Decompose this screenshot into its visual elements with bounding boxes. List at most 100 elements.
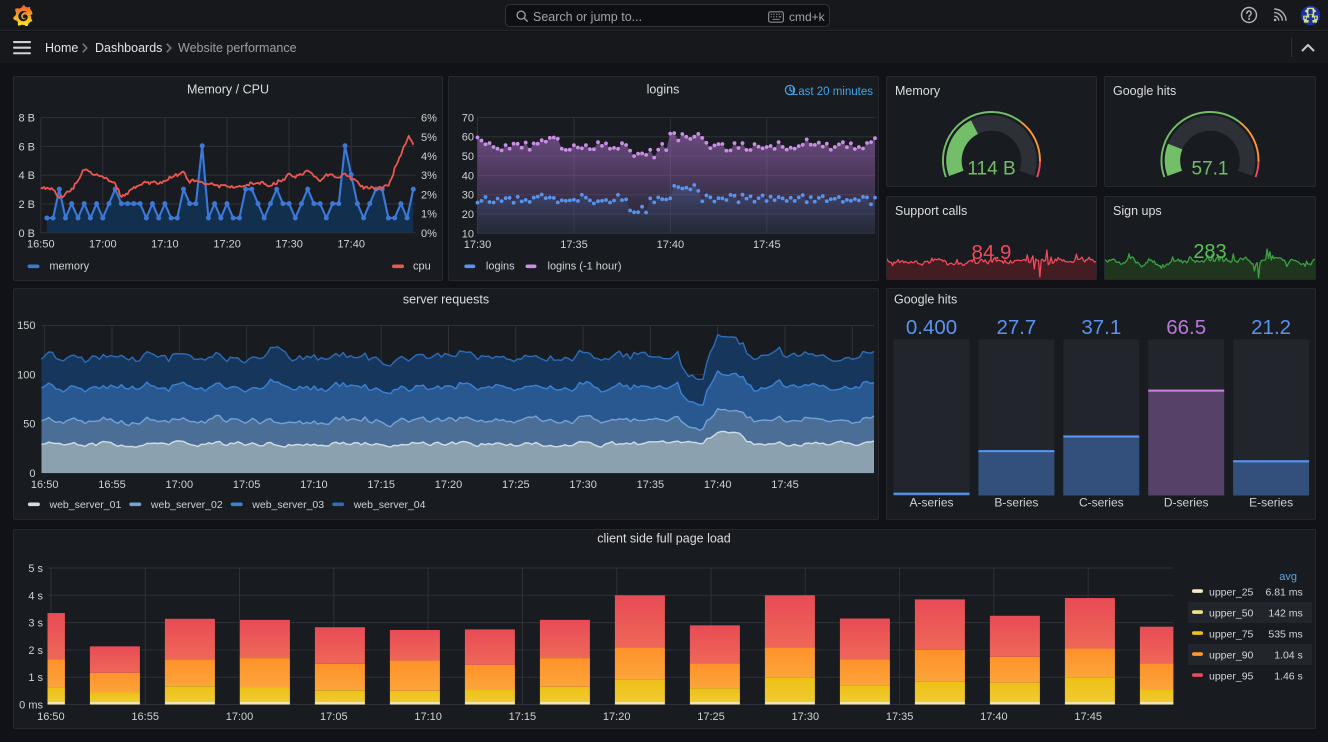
svg-text:Memory: Memory [895,84,941,98]
svg-text:17:20: 17:20 [435,479,463,491]
svg-text:2 s: 2 s [28,645,43,657]
svg-text:17:35: 17:35 [637,479,665,491]
svg-text:17:35: 17:35 [560,239,588,251]
svg-text:6 B: 6 B [18,141,35,153]
svg-text:16:50: 16:50 [37,711,65,723]
svg-text:Sign ups: Sign ups [1113,204,1162,218]
svg-text:5 s: 5 s [28,563,43,575]
svg-text:17:30: 17:30 [792,711,820,723]
svg-text:17:45: 17:45 [753,239,781,251]
svg-text:57.1: 57.1 [1192,159,1229,180]
svg-text:30: 30 [462,190,474,202]
svg-text:5%: 5% [421,132,437,144]
svg-text:E-series: E-series [1249,496,1293,510]
svg-text:100: 100 [17,369,35,381]
svg-text:D-series: D-series [1164,496,1209,510]
svg-text:17:00: 17:00 [166,479,194,491]
svg-text:upper_50: upper_50 [1209,607,1254,619]
svg-text:142 ms: 142 ms [1268,607,1302,619]
svg-text:17:30: 17:30 [464,239,492,251]
svg-text:4 B: 4 B [18,170,35,182]
svg-text:2 B: 2 B [18,199,35,211]
svg-text:Support calls: Support calls [895,204,967,218]
svg-text:17:00: 17:00 [226,711,254,723]
svg-text:17:00: 17:00 [89,239,117,251]
svg-text:upper_90: upper_90 [1209,649,1254,661]
svg-text:1%: 1% [421,209,437,221]
svg-text:17:25: 17:25 [697,711,725,723]
svg-text:17:40: 17:40 [337,239,365,251]
svg-text:6.81 ms: 6.81 ms [1265,586,1302,598]
svg-text:memory: memory [49,261,89,273]
svg-text:0%: 0% [421,228,437,240]
svg-text:50: 50 [462,151,474,163]
svg-text:6%: 6% [421,113,437,125]
svg-text:C-series: C-series [1079,496,1124,510]
svg-text:17:05: 17:05 [233,479,261,491]
svg-text:17:10: 17:10 [414,711,442,723]
svg-text:8 B: 8 B [18,113,35,125]
svg-text:16:50: 16:50 [31,479,59,491]
svg-text:client side full page load: client side full page load [597,532,730,546]
svg-text:web_server_02: web_server_02 [150,499,223,511]
svg-text:upper_25: upper_25 [1209,586,1254,598]
svg-text:web_server_04: web_server_04 [353,499,426,511]
svg-text:17:25: 17:25 [502,479,530,491]
svg-text:17:40: 17:40 [704,479,732,491]
svg-text:Last 20 minutes: Last 20 minutes [792,86,873,98]
svg-text:upper_95: upper_95 [1209,670,1254,682]
svg-text:17:45: 17:45 [771,479,799,491]
svg-text:535 ms: 535 ms [1268,628,1302,640]
svg-text:21.2: 21.2 [1251,316,1291,339]
svg-text:1.04 s: 1.04 s [1274,649,1303,661]
svg-text:4 s: 4 s [28,590,43,602]
svg-text:17:20: 17:20 [603,711,631,723]
svg-text:Memory / CPU: Memory / CPU [187,83,269,97]
svg-text:server requests: server requests [403,293,489,307]
svg-text:17:45: 17:45 [1074,711,1102,723]
svg-text:1.46 s: 1.46 s [1274,670,1303,682]
svg-text:17:40: 17:40 [980,711,1008,723]
svg-text:B-series: B-series [994,496,1038,510]
svg-text:17:15: 17:15 [367,479,395,491]
svg-text:60: 60 [462,132,474,144]
svg-text:70: 70 [462,112,474,124]
svg-text:37.1: 37.1 [1081,316,1121,339]
svg-text:27.7: 27.7 [996,316,1036,339]
svg-text:2%: 2% [421,189,437,201]
svg-text:84.9: 84.9 [972,241,1012,264]
svg-text:Google hits: Google hits [894,293,957,307]
svg-text:0.400: 0.400 [906,316,957,339]
svg-text:16:55: 16:55 [98,479,126,491]
svg-text:150: 150 [17,320,35,332]
svg-text:1 s: 1 s [28,672,43,684]
svg-text:20: 20 [462,209,474,221]
svg-text:17:35: 17:35 [886,711,914,723]
svg-text:0: 0 [29,468,35,480]
svg-text:17:10: 17:10 [151,239,179,251]
svg-text:3%: 3% [421,170,437,182]
svg-text:logins (-1 hour): logins (-1 hour) [548,261,622,273]
svg-text:logins: logins [486,261,515,273]
svg-text:114 B: 114 B [967,159,1015,180]
svg-text:17:30: 17:30 [275,239,303,251]
svg-text:50: 50 [23,419,35,431]
svg-text:17:30: 17:30 [569,479,597,491]
svg-text:upper_75: upper_75 [1209,628,1254,640]
svg-text:0 ms: 0 ms [19,700,43,712]
svg-text:17:20: 17:20 [213,239,241,251]
svg-text:17:05: 17:05 [320,711,348,723]
svg-text:web_server_03: web_server_03 [251,499,324,511]
svg-text:logins: logins [647,83,680,97]
svg-text:283: 283 [1193,241,1226,263]
svg-text:17:40: 17:40 [657,239,685,251]
svg-text:3 s: 3 s [28,618,43,630]
svg-text:17:15: 17:15 [509,711,537,723]
svg-text:web_server_01: web_server_01 [49,499,122,511]
svg-text:66.5: 66.5 [1166,316,1206,339]
svg-text:40: 40 [462,170,474,182]
svg-text:16:55: 16:55 [131,711,159,723]
svg-text:avg: avg [1279,571,1297,583]
svg-text:A-series: A-series [909,496,953,510]
svg-text:Google hits: Google hits [1113,84,1176,98]
